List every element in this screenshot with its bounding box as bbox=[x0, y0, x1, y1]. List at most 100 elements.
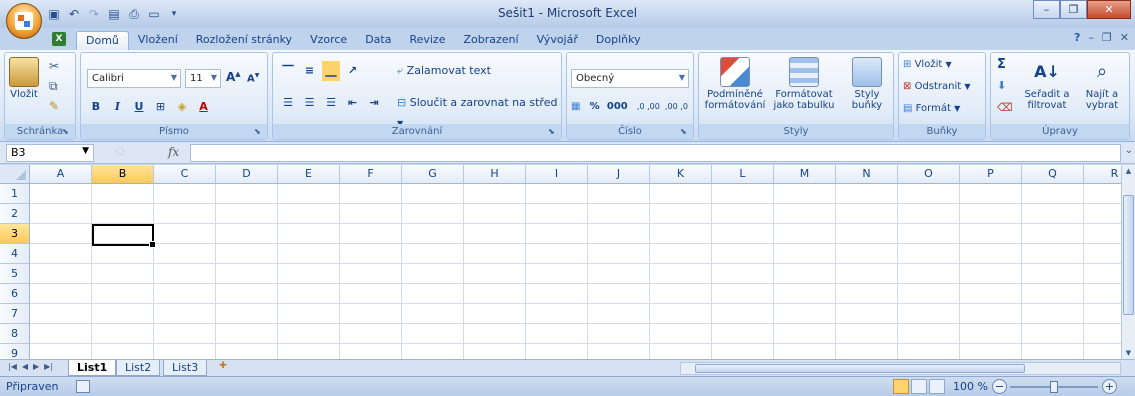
chevron-down-icon[interactable]: ▼ bbox=[82, 146, 89, 156]
orientation-icon[interactable]: ↗ bbox=[344, 61, 362, 81]
next-sheet-icon[interactable]: ▶ bbox=[33, 362, 39, 371]
worksheet-grid[interactable]: ABCDEFGHIJKLMNOPQR 123456789 bbox=[0, 165, 1121, 359]
select-all-button[interactable] bbox=[0, 165, 30, 184]
tab-domu[interactable]: Domů bbox=[76, 31, 129, 50]
row-header[interactable]: 9 bbox=[0, 344, 30, 359]
underline-button[interactable]: U bbox=[130, 97, 148, 117]
align-top-icon[interactable]: ⎺ bbox=[279, 61, 297, 81]
column-header[interactable]: G bbox=[402, 165, 464, 184]
dialog-launcher-icon[interactable]: ⬊ bbox=[548, 127, 558, 137]
dialog-launcher-icon[interactable]: ⬊ bbox=[680, 127, 690, 137]
column-header[interactable]: Q bbox=[1022, 165, 1084, 184]
insert-sheet-icon[interactable]: ✚ bbox=[214, 361, 232, 375]
cut-icon[interactable]: ✂ bbox=[49, 59, 59, 73]
page-break-view-icon[interactable] bbox=[929, 379, 945, 394]
column-header[interactable]: P bbox=[960, 165, 1022, 184]
column-header[interactable]: J bbox=[588, 165, 650, 184]
column-header[interactable]: E bbox=[278, 165, 340, 184]
decrease-decimal-button[interactable]: ,00 ,0 bbox=[665, 102, 688, 111]
fill-icon[interactable]: ⬇ bbox=[997, 79, 1006, 92]
format-painter-icon[interactable]: ✎ bbox=[49, 99, 59, 113]
currency-icon[interactable]: ▦ bbox=[571, 101, 580, 112]
tab-vlozeni[interactable]: Vložení bbox=[129, 31, 187, 50]
column-header[interactable]: I bbox=[526, 165, 588, 184]
row-header[interactable]: 4 bbox=[0, 244, 30, 264]
prev-sheet-icon[interactable]: ◀ bbox=[22, 362, 28, 371]
font-size-select[interactable]: 11 ▼ bbox=[185, 69, 221, 88]
vertical-scrollbar[interactable]: ▲ ▼ bbox=[1121, 165, 1135, 359]
italic-button[interactable]: I bbox=[109, 97, 127, 117]
fill-color-icon[interactable]: ◈ bbox=[173, 97, 191, 117]
column-header[interactable]: D bbox=[216, 165, 278, 184]
column-header[interactable]: K bbox=[650, 165, 712, 184]
selected-cell[interactable] bbox=[92, 224, 156, 248]
percent-button[interactable]: % bbox=[590, 101, 600, 112]
first-sheet-icon[interactable]: |◀ bbox=[8, 362, 17, 371]
cell-styles-button[interactable]: Styly buňky bbox=[843, 57, 891, 111]
tab-vyvojar[interactable]: Vývojář bbox=[528, 31, 587, 50]
column-header[interactable]: O bbox=[898, 165, 960, 184]
merge-center-button[interactable]: ⊟ Sloučit a zarovnat na střed ▼ bbox=[397, 93, 561, 128]
tab-vzorce[interactable]: Vzorce bbox=[301, 31, 356, 50]
last-sheet-icon[interactable]: ▶| bbox=[44, 362, 53, 371]
column-header[interactable]: B bbox=[92, 165, 154, 184]
row-header[interactable]: 2 bbox=[0, 204, 30, 224]
clear-icon[interactable]: ⌫ bbox=[997, 101, 1013, 114]
font-color-icon[interactable]: A bbox=[195, 97, 213, 117]
doc-minimize-icon[interactable]: – bbox=[1088, 31, 1094, 44]
sheet-tab-list1[interactable]: List1 bbox=[68, 360, 117, 376]
row-header[interactable]: 8 bbox=[0, 324, 30, 344]
row-header[interactable]: 5 bbox=[0, 264, 30, 284]
zoom-slider-thumb[interactable] bbox=[1050, 381, 1058, 393]
tab-rozlozeni-stranky[interactable]: Rozložení stránky bbox=[187, 31, 301, 50]
align-left-icon[interactable]: ☰ bbox=[279, 93, 297, 113]
row-header[interactable]: 6 bbox=[0, 284, 30, 304]
doc-restore-icon[interactable]: ❐ bbox=[1102, 31, 1112, 44]
number-format-select[interactable]: Obecný ▼ bbox=[571, 69, 689, 88]
column-header[interactable]: R bbox=[1084, 165, 1121, 184]
shrink-font-icon[interactable]: A▼ bbox=[247, 72, 259, 84]
minimize-icon[interactable]: – bbox=[1033, 0, 1060, 19]
sheet-tab-list3[interactable]: List3 bbox=[163, 360, 208, 376]
sort-filter-button[interactable]: A↓ Seřadit a filtrovat bbox=[1019, 57, 1075, 111]
autosum-button[interactable]: Σ bbox=[997, 57, 1006, 72]
column-header[interactable]: F bbox=[340, 165, 402, 184]
align-right-icon[interactable]: ☰ bbox=[322, 93, 340, 113]
dialog-launcher-icon[interactable]: ⬊ bbox=[254, 127, 264, 137]
help-icon[interactable]: ? bbox=[1074, 31, 1080, 44]
horizontal-scrollbar[interactable] bbox=[680, 362, 1121, 375]
conditional-formatting-button[interactable]: Podmíněné formátování bbox=[703, 57, 767, 111]
name-box[interactable]: B3 ▼ bbox=[6, 144, 94, 162]
borders-icon[interactable]: ⊞ bbox=[152, 97, 170, 117]
tab-revize[interactable]: Revize bbox=[400, 31, 454, 50]
row-header[interactable]: 7 bbox=[0, 304, 30, 324]
delete-cells-button[interactable]: ⊠ Odstranit ▼ bbox=[903, 77, 971, 97]
align-bottom-icon[interactable]: ⎽ bbox=[322, 61, 340, 81]
column-header[interactable]: H bbox=[464, 165, 526, 184]
doc-close-icon[interactable]: ✕ bbox=[1120, 31, 1129, 44]
zoom-level[interactable]: 100 % bbox=[953, 380, 988, 393]
thousands-button[interactable]: 000 bbox=[607, 101, 628, 112]
column-header[interactable]: L bbox=[712, 165, 774, 184]
row-header[interactable]: 1 bbox=[0, 184, 30, 204]
font-name-select[interactable]: Calibri ▼ bbox=[87, 69, 181, 88]
scroll-down-icon[interactable]: ▼ bbox=[1122, 347, 1135, 359]
find-select-button[interactable]: ⌕ Najít a vybrat bbox=[1077, 57, 1127, 111]
bold-button[interactable]: B bbox=[87, 97, 105, 117]
column-header[interactable]: M bbox=[774, 165, 836, 184]
zoom-out-button[interactable]: − bbox=[992, 379, 1007, 394]
row-header[interactable]: 3 bbox=[0, 224, 30, 244]
increase-decimal-button[interactable]: ,0 ,00 bbox=[637, 102, 660, 111]
insert-cells-button[interactable]: ⊞ Vložit ▼ bbox=[903, 55, 952, 75]
insert-function-button[interactable]: fx bbox=[168, 145, 179, 159]
column-header[interactable]: N bbox=[836, 165, 898, 184]
formula-input[interactable] bbox=[190, 144, 1121, 162]
normal-view-icon[interactable] bbox=[893, 379, 909, 394]
zoom-in-button[interactable]: + bbox=[1102, 379, 1117, 394]
restore-icon[interactable]: ❐ bbox=[1060, 0, 1087, 19]
increase-indent-icon[interactable]: ⇥ bbox=[365, 93, 383, 113]
wrap-text-button[interactable]: ⤶ Zalamovat text bbox=[397, 61, 491, 81]
sheet-tab-list2[interactable]: List2 bbox=[116, 360, 161, 376]
grow-font-icon[interactable]: A▲ bbox=[226, 70, 241, 84]
column-header[interactable]: A bbox=[30, 165, 92, 184]
